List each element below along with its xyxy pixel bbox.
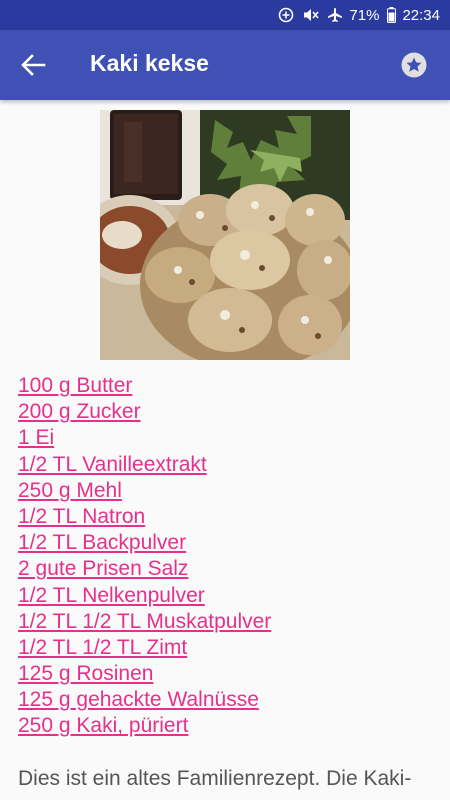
ingredient-list: 100 g Butter 200 g Zucker 1 Ei 1/2 TL Va… [18,373,438,740]
recipe-photo [100,110,350,360]
ingredient-link[interactable]: 250 g Kaki, püriert [18,713,438,739]
clock: 22:34 [402,6,440,24]
mute-icon [302,7,319,23]
ingredient-link[interactable]: 1/2 TL Natron [18,504,438,530]
ingredient-link[interactable]: 1/2 TL Nelkenpulver [18,583,438,609]
favorite-button[interactable] [401,52,427,78]
arrow-left-icon [21,54,46,76]
cookies-photo-image [100,110,350,360]
ingredient-link[interactable]: 200 g Zucker [18,399,438,425]
ingredient-link[interactable]: 1/2 TL 1/2 TL Zimt [18,635,438,661]
ingredient-link[interactable]: 1/2 TL Backpulver [18,530,438,556]
page-title: Kaki kekse [90,50,209,76]
ingredient-link[interactable]: 125 g gehackte Walnüsse [18,687,438,713]
battery-level: 71% [349,6,380,24]
ingredient-link[interactable]: 1/2 TL Vanilleextrakt [18,452,438,478]
ingredient-link[interactable]: 2 gute Prisen Salz [18,556,438,582]
recipe-description: Dies ist ein altes Familienrezept. Die K… [18,767,412,790]
ingredient-link[interactable]: 125 g Rosinen [18,661,438,687]
star-icon [401,52,427,78]
battery-icon [387,7,397,23]
status-bar: 71% 22:34 [0,0,450,30]
back-button[interactable] [20,53,46,77]
app-bar: Kaki kekse [0,30,450,100]
airplane-mode-icon [327,7,343,23]
ingredient-link[interactable]: 100 g Butter [18,373,438,399]
ingredient-link[interactable]: 1 Ei [18,425,438,451]
ingredient-link[interactable]: 1/2 TL 1/2 TL Muskatpulver [18,609,438,635]
data-saver-icon [278,7,294,23]
ingredient-link[interactable]: 250 g Mehl [18,478,438,504]
